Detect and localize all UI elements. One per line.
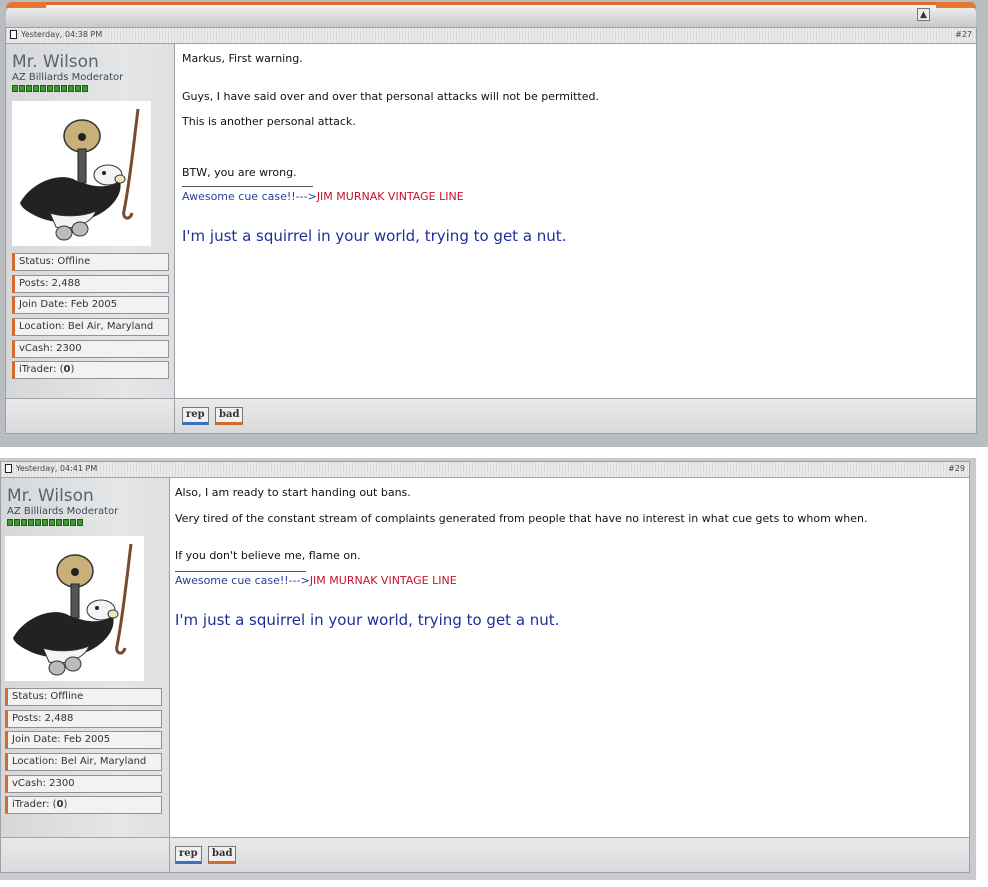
itrader-label: iTrader: ( — [12, 799, 57, 810]
join-date-info: Join Date: Feb 2005 — [12, 296, 169, 314]
avatar — [5, 536, 144, 681]
signature-link[interactable]: Awesome cue case!!--->JIM MURNAK VINTAGE… — [175, 574, 457, 587]
itrader-score-link[interactable]: 0 — [57, 799, 64, 810]
post-number-link[interactable]: #27 — [955, 30, 972, 39]
signature-link-text[interactable]: Awesome cue case!!---> — [175, 574, 310, 587]
post-icon — [10, 30, 17, 39]
message-line: If you don't believe me, flame on. — [175, 549, 361, 562]
post-header: Yesterday, 04:38 PM #27 — [6, 28, 976, 44]
message-line: Also, I am ready to start handing out ba… — [175, 486, 411, 499]
post-container-top: ▲ Yesterday, 04:38 PM #27 Mr. Wilson AZ … — [0, 0, 988, 447]
post-footer: rep bad — [6, 398, 976, 433]
join-date-info: Join Date: Feb 2005 — [5, 731, 162, 749]
signature-quote: I'm just a squirrel in your world, tryin… — [182, 227, 567, 245]
thread-header-bar: ▲ — [6, 2, 976, 27]
header-accent-right — [936, 2, 976, 8]
signature-link[interactable]: Awesome cue case!!--->JIM MURNAK VINTAGE… — [182, 190, 464, 203]
post-date: Yesterday, 04:38 PM — [21, 30, 103, 39]
header-accent-left — [6, 2, 46, 8]
post-27: Yesterday, 04:38 PM #27 Mr. Wilson AZ Bi… — [5, 27, 977, 434]
post-number-link[interactable]: #29 — [948, 464, 965, 473]
rep-button[interactable]: rep — [182, 407, 209, 425]
post-footer: rep bad — [1, 837, 969, 872]
post-date: Yesterday, 04:41 PM — [16, 464, 98, 473]
status-info: Status: Offline — [5, 688, 162, 706]
post-29: Yesterday, 04:41 PM #29 Mr. Wilson AZ Bi… — [0, 461, 970, 873]
itrader-label: iTrader: ( — [19, 364, 64, 375]
user-title: AZ Billiards Moderator — [7, 506, 119, 517]
signature-divider — [175, 571, 306, 572]
skunk-guitar-avatar-icon — [20, 108, 140, 241]
message-line: Markus, First warning. — [182, 52, 303, 65]
footer-user-cell — [1, 838, 170, 872]
user-panel: Mr. Wilson AZ Billiards Moderator Status… — [6, 44, 175, 400]
skunk-guitar-avatar-icon — [13, 543, 133, 676]
message-line: Very tired of the constant stream of com… — [175, 512, 868, 525]
post-icon — [5, 464, 12, 473]
message-line: This is another personal attack. — [182, 115, 356, 128]
collapse-icon[interactable]: ▲ — [917, 8, 930, 21]
itrader-suffix: ) — [63, 799, 68, 810]
username-link[interactable]: Mr. Wilson — [12, 52, 99, 72]
posts-info: Posts: 2,488 — [5, 710, 162, 728]
itrader-info: iTrader: (0) — [5, 796, 162, 814]
avatar — [12, 101, 151, 246]
vcash-info: vCash: 2300 — [12, 340, 169, 358]
message-line: BTW, you are wrong. — [182, 166, 297, 179]
vcash-info: vCash: 2300 — [5, 775, 162, 793]
signature-link-text[interactable]: Awesome cue case!!---> — [182, 190, 317, 203]
rep-button[interactable]: rep — [175, 846, 202, 864]
reputation-bar — [7, 519, 83, 526]
signature-divider — [182, 186, 313, 187]
location-info: Location: Bel Air, Maryland — [12, 318, 169, 336]
posts-info: Posts: 2,488 — [12, 275, 169, 293]
signature-quote: I'm just a squirrel in your world, tryin… — [175, 611, 560, 629]
signature-link-highlight[interactable]: JIM MURNAK VINTAGE LINE — [317, 190, 464, 203]
status-info: Status: Offline — [12, 253, 169, 271]
bad-button[interactable]: bad — [215, 407, 244, 425]
reputation-bar — [12, 85, 88, 92]
message-line: Guys, I have said over and over that per… — [182, 90, 599, 103]
footer-user-cell — [6, 399, 175, 433]
post-header: Yesterday, 04:41 PM #29 — [1, 462, 969, 478]
user-title: AZ Billiards Moderator — [12, 72, 124, 83]
username-link[interactable]: Mr. Wilson — [7, 486, 94, 506]
itrader-score-link[interactable]: 0 — [64, 364, 71, 375]
bad-button[interactable]: bad — [208, 846, 237, 864]
location-info: Location: Bel Air, Maryland — [5, 753, 162, 771]
itrader-info: iTrader: (0) — [12, 361, 169, 379]
signature-link-highlight[interactable]: JIM MURNAK VINTAGE LINE — [310, 574, 457, 587]
itrader-suffix: ) — [70, 364, 75, 375]
user-panel: Mr. Wilson AZ Billiards Moderator Status… — [1, 478, 170, 840]
